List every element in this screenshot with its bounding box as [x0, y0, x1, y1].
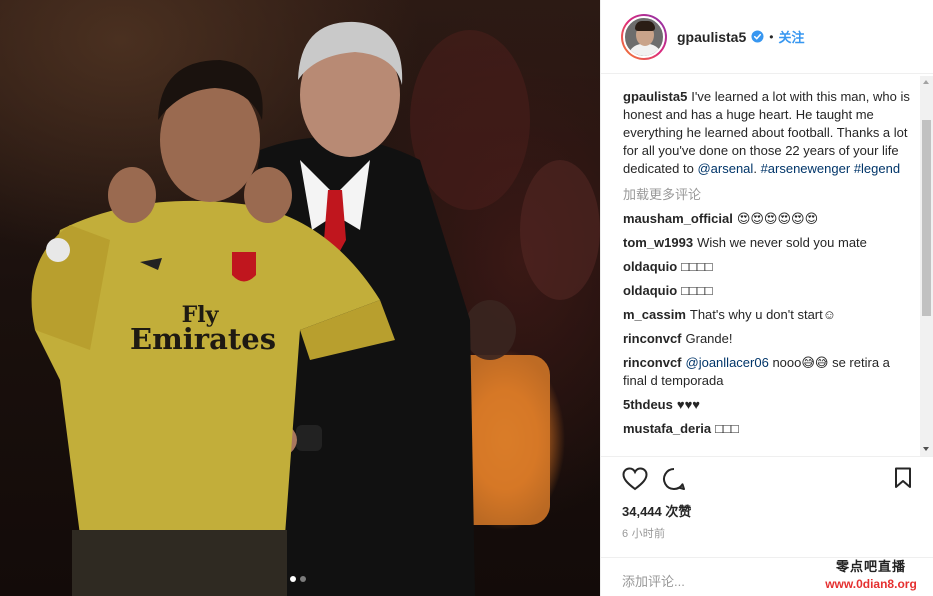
carousel-dot[interactable] [300, 576, 306, 582]
comment-text: □□□ [715, 421, 739, 436]
save-bookmark-icon[interactable] [894, 467, 912, 489]
follow-button[interactable]: 关注 [778, 27, 804, 46]
comment-item: m_cassim That's why u don't start☺ [623, 306, 917, 324]
comment-item: mustafa_deria □□□ [623, 420, 917, 438]
comment-username[interactable]: m_cassim [623, 307, 686, 322]
comment-item: 5thdeus ♥♥♥ [623, 396, 917, 414]
scroll-up-arrow-icon[interactable] [923, 80, 929, 84]
verified-badge-icon [751, 30, 764, 43]
comment-text: Wish we never sold you mate [697, 235, 867, 250]
comment-username[interactable]: tom_w1993 [623, 235, 693, 250]
comment-username[interactable]: mausham_official [623, 211, 733, 226]
comment-mention[interactable]: @joanllacer06 [686, 355, 769, 370]
action-icons [622, 467, 912, 493]
watermark-url: www.0dian8.org [825, 577, 917, 591]
comment-text: □□□□ [681, 283, 713, 298]
post-header: gpaulista5 • 关注 [601, 0, 933, 74]
like-count[interactable]: 34,444 次赞 [622, 501, 691, 520]
comment-username[interactable]: mustafa_deria [623, 421, 711, 436]
comment-username[interactable]: rinconvcf [623, 355, 682, 370]
comment-text: 😍😍😍😍😍😍 [736, 211, 819, 226]
site-watermark: 零点吧直播 www.0dian8.org [812, 556, 930, 591]
scroll-down-arrow-icon[interactable] [923, 447, 929, 451]
comment-username[interactable]: oldaquio [623, 283, 677, 298]
comment-item: oldaquio □□□□ [623, 258, 917, 276]
comment-text: That's why u don't start☺ [689, 307, 837, 322]
like-heart-icon[interactable] [622, 467, 648, 491]
load-more-comments-button[interactable]: 加载更多评论 [623, 186, 917, 204]
comment-item: rinconvcf Grande! [623, 330, 917, 348]
comment-item: oldaquio □□□□ [623, 282, 917, 300]
comment-item: tom_w1993 Wish we never sold you mate [623, 234, 917, 252]
carousel-dot-active[interactable] [290, 576, 296, 582]
comment-item: mausham_official 😍😍😍😍😍😍 [623, 210, 917, 228]
caption-mention[interactable]: @arsenal [697, 161, 753, 176]
post-username[interactable]: gpaulista5 [677, 29, 746, 45]
caption-username[interactable]: gpaulista5 [623, 89, 687, 104]
post-caption: gpaulista5 I've learned a lot with this m… [623, 88, 917, 178]
header-separator: • [769, 29, 774, 44]
carousel-indicator [290, 576, 306, 582]
comments-scrollbar[interactable] [920, 76, 933, 456]
caption-hashtag[interactable]: #arsenewenger [761, 161, 851, 176]
post-photo[interactable]: Fly Emirates [0, 0, 600, 596]
caption-hashtag[interactable]: #legend [854, 161, 900, 176]
comment-item: rinconvcf @joanllacer06 nooo😅😅 se retira … [623, 354, 917, 390]
comment-bubble-icon[interactable] [662, 467, 686, 491]
photo-illustration [31, 21, 600, 596]
scrollbar-thumb[interactable] [922, 120, 931, 316]
comment-text: □□□□ [681, 259, 713, 274]
comment-username[interactable]: rinconvcf [623, 331, 682, 346]
avatar-image [623, 15, 665, 58]
watermark-title: 零点吧直播 [835, 559, 906, 574]
comment-text: Grande! [685, 331, 733, 346]
comment-username[interactable]: oldaquio [623, 259, 677, 274]
avatar[interactable] [621, 13, 667, 60]
jersey-sponsor-line2: Emirates [130, 322, 277, 356]
caption-after-mention: . [753, 161, 757, 176]
comment-username[interactable]: 5thdeus [623, 397, 673, 412]
post-timestamp[interactable]: 6 小时前 [622, 525, 665, 541]
comment-list: gpaulista5 I've learned a lot with this m… [623, 88, 917, 458]
comment-text: ♥♥♥ [676, 397, 700, 412]
